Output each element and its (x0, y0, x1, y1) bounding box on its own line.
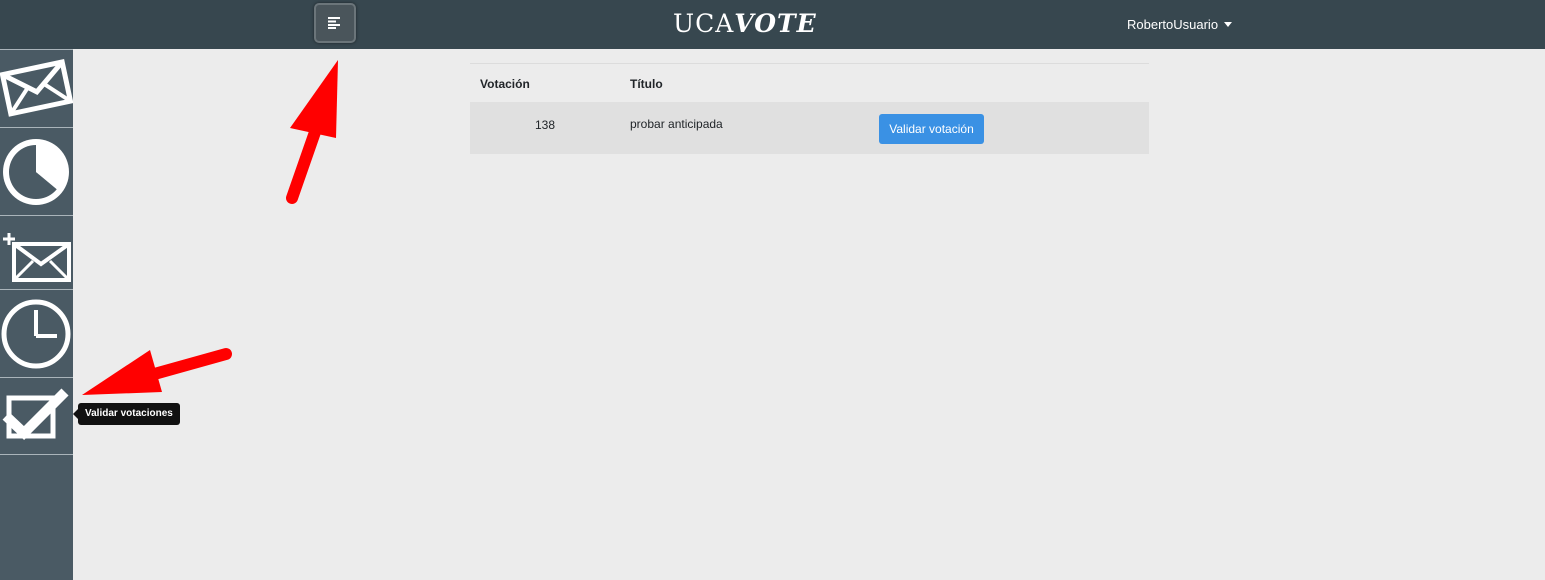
user-dropdown[interactable]: RobertoUsuario (1127, 17, 1233, 32)
checkbox-icon (2, 388, 69, 440)
pie-chart-icon (3, 139, 69, 205)
sidebar-divider (0, 454, 73, 455)
annotation-arrow-up-icon (286, 60, 338, 204)
brand-logo[interactable]: UCAVOTE (673, 9, 817, 39)
sidebar-tooltip: Validar votaciones (73, 403, 180, 425)
new-envelope-icon (3, 233, 71, 282)
caret-down-icon (1224, 22, 1233, 27)
annotation-arrow-left-icon (82, 348, 232, 395)
votacion-id-cell: 138 (535, 118, 556, 132)
table-row: 138 probar anticipada Validar votación (470, 102, 1149, 154)
brand-logo-part2: VOTE (734, 9, 817, 38)
envelope-icon (0, 59, 73, 117)
top-navbar: UCAVOTE RobertoUsuario (0, 0, 1545, 49)
username-label: RobertoUsuario (1127, 17, 1219, 32)
votaciones-table: Votación Título 138 probar anticipada Va… (470, 63, 1149, 154)
align-left-icon (328, 17, 340, 29)
sidebar-item-votaciones[interactable] (0, 49, 73, 127)
clock-icon (1, 299, 71, 369)
menu-toggle-button[interactable] (314, 3, 356, 43)
column-header-titulo: Título (630, 77, 663, 91)
brand-logo-part1: UCA (673, 9, 735, 38)
sidebar-item-historial[interactable] (0, 289, 73, 377)
titulo-cell: probar anticipada (630, 117, 723, 131)
sidebar-item-resultados[interactable] (0, 127, 73, 215)
sidebar-item-validar-votaciones[interactable] (0, 377, 73, 455)
validar-votacion-button[interactable]: Validar votación (879, 114, 984, 144)
sidebar-item-crear-votacion[interactable] (0, 215, 73, 289)
sidebar (0, 49, 73, 580)
column-header-votacion: Votación (480, 77, 530, 91)
table-header: Votación Título (470, 64, 1149, 102)
